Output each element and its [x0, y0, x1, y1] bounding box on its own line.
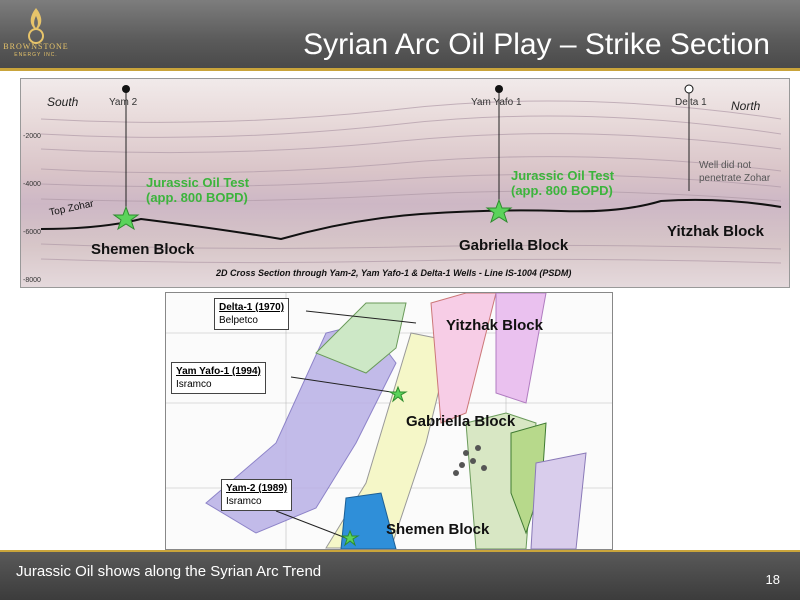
callout-delta1: Delta-1 (1970) Belpetco — [214, 298, 290, 330]
callout-yam2: Yam-2 (1989) Isramco — [221, 479, 293, 511]
north-label: North — [731, 99, 761, 113]
oil-test-line: (app. 800 BOPD) — [511, 183, 613, 198]
depth-tick: -2000 — [23, 133, 41, 140]
footer-divider — [0, 550, 800, 552]
yitzhak-block-label: Yitzhak Block — [667, 223, 764, 240]
footer-text: Jurassic Oil shows along the Syrian Arc … — [16, 563, 322, 580]
callout-operator: Isramco — [226, 496, 262, 507]
well-label-yam2: Yam 2 — [109, 97, 138, 108]
shemen-block-label: Shemen Block — [91, 241, 195, 258]
logo-name: BROWNSTONE — [3, 42, 69, 51]
header-divider — [0, 68, 800, 71]
south-label: South — [47, 95, 79, 109]
oil-show-star-icon — [485, 198, 513, 224]
callout-well: Delta-1 (1970) — [219, 302, 285, 313]
callout-operator: Isramco — [176, 379, 212, 390]
depth-tick: -4000 — [23, 181, 41, 188]
seismic-section: -2000 -4000 -6000 -8000 South North Yam … — [20, 78, 790, 288]
section-caption: 2D Cross Section through Yam-2, Yam Yafo… — [216, 268, 572, 278]
well-note: Well did not penetrate Zohar — [699, 160, 771, 184]
oil-test-line: Jurassic Oil Test — [146, 175, 250, 190]
oil-test-line: (app. 800 BOPD) — [146, 190, 248, 205]
oil-test-line: Jurassic Oil Test — [511, 168, 615, 183]
license-map: Delta-1 (1970) Belpetco Yam Yafo-1 (1994… — [165, 292, 613, 550]
flame-icon — [28, 8, 44, 44]
page-number: 18 — [765, 572, 780, 587]
gabriella-block-label: Gabriella Block — [459, 237, 569, 254]
logo-subtitle: ENERGY INC. — [14, 52, 58, 58]
oil-show-star-icon — [112, 205, 140, 231]
depth-tick: -8000 — [23, 277, 41, 284]
well-label-yam-yafo1: Yam Yafo 1 — [471, 97, 522, 108]
map-shemen-label: Shemen Block — [386, 521, 490, 538]
callout-operator: Belpetco — [219, 315, 258, 326]
page-title: Syrian Arc Oil Play – Strike Section — [303, 28, 770, 61]
map-gabriella-label: Gabriella Block — [406, 413, 516, 430]
callout-well: Yam-2 (1989) — [226, 483, 288, 494]
depth-tick: -6000 — [23, 229, 41, 236]
well-symbol-icon — [122, 84, 694, 94]
callout-yam-yafo1: Yam Yafo-1 (1994) Isramco — [171, 362, 266, 394]
callout-well: Yam Yafo-1 (1994) — [176, 366, 261, 377]
oil-test-label-2: Jurassic Oil Test (app. 800 BOPD) — [511, 168, 614, 198]
map-yitzhak-label: Yitzhak Block — [446, 317, 543, 334]
well-label-delta1: Delta 1 — [675, 97, 707, 108]
oil-test-label-1: Jurassic Oil Test (app. 800 BOPD) — [146, 175, 249, 205]
